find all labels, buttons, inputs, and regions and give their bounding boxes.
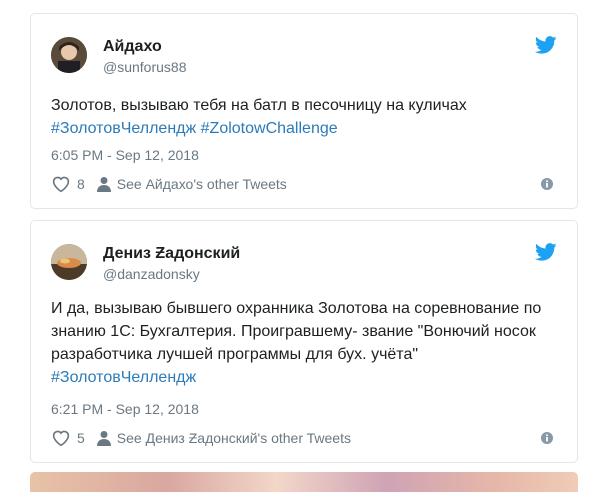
avatar[interactable] <box>51 37 87 73</box>
author-handle[interactable]: @sunforus88 <box>103 58 186 76</box>
avatar[interactable] <box>51 244 87 280</box>
author-name[interactable]: Айдахо <box>103 37 162 57</box>
tweet-text-body: Золотов, вызываю тебя на батл в песочниц… <box>51 97 467 114</box>
tweet-text: Золотов, вызываю тебя на батл в песочниц… <box>51 94 561 140</box>
author-handle[interactable]: @danzadonsky <box>103 265 200 283</box>
heart-icon[interactable] <box>51 429 71 447</box>
heart-icon[interactable] <box>51 175 71 193</box>
like-count[interactable]: 8 <box>77 176 85 192</box>
like-count[interactable]: 5 <box>77 430 85 446</box>
tweet-card: Айдахо @sunforus88 Золотов, вызываю тебя… <box>30 13 578 209</box>
author-name[interactable]: Дениз Ƶадонский <box>103 244 240 264</box>
twitter-bird-icon[interactable] <box>535 36 557 54</box>
tweet-timestamp[interactable]: 6:21 PM - Sep 12, 2018 <box>51 400 199 418</box>
other-tweets-link[interactable]: See Айдахо's other Tweets <box>117 176 287 192</box>
info-icon[interactable] <box>541 432 553 444</box>
next-tweet-media-preview <box>30 472 578 492</box>
other-tweets-link[interactable]: See Дениз Ƶадонский's other Tweets <box>117 430 351 446</box>
hashtag-link[interactable]: #ЗолотовЧеллендж <box>51 369 196 386</box>
tweet-actions: 5 See Дениз Ƶадонский's other Tweets <box>51 428 351 448</box>
info-icon[interactable] <box>541 178 553 190</box>
person-icon <box>96 177 111 192</box>
avatar-image <box>51 244 87 280</box>
hashtag-link[interactable]: #ЗолотовЧеллендж <box>51 120 196 137</box>
tweet-text-body: И да, вызываю бывшего охранника Золотова… <box>51 300 542 363</box>
avatar-image <box>51 37 87 73</box>
hashtag-link[interactable]: #ZolotowChallenge <box>201 120 338 137</box>
twitter-bird-icon[interactable] <box>535 243 557 261</box>
tweet-timestamp[interactable]: 6:05 PM - Sep 12, 2018 <box>51 146 199 164</box>
tweet-card: Дениз Ƶадонский @danzadonsky И да, вызыв… <box>30 220 578 463</box>
tweet-actions: 8 See Айдахо's other Tweets <box>51 174 287 194</box>
person-icon <box>96 431 111 446</box>
tweet-text: И да, вызываю бывшего охранника Золотова… <box>51 297 561 389</box>
